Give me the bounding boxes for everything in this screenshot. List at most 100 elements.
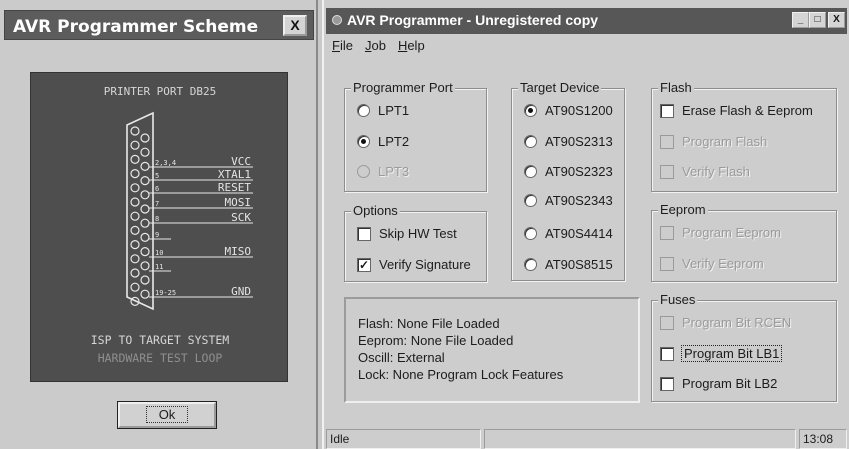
pin-signal-name: RESET xyxy=(218,181,251,194)
radio-lpt3[interactable]: LPT3 xyxy=(357,164,409,179)
radio-at90s1200-indicator[interactable] xyxy=(524,104,537,117)
radio-at90s4414[interactable]: AT90S4414 xyxy=(524,226,613,241)
program-bit-rcen-label: Program Bit RCEN xyxy=(682,315,792,330)
pin-number: 19-25 xyxy=(155,289,176,297)
radio-at90s8515-indicator[interactable] xyxy=(524,258,537,271)
menu-help[interactable]: Help xyxy=(398,38,425,56)
radio-at90s1200[interactable]: AT90S1200 xyxy=(524,103,613,118)
program-eeprom-box[interactable] xyxy=(660,225,674,240)
verify-eeprom-checkbox[interactable]: Verify Eeprom xyxy=(660,256,764,271)
pin-number: 6 xyxy=(155,185,159,193)
connector-pin xyxy=(140,218,150,228)
radio-at90s2343-label: AT90S2343 xyxy=(545,193,613,208)
erase-flash-box[interactable] xyxy=(660,103,674,118)
radio-lpt3-indicator[interactable] xyxy=(357,165,370,178)
verify-signature-label: Verify Signature xyxy=(379,257,471,272)
scheme-diagram: PRINTER PORT DB25 2,3,4 VCC 5 XTAL1 6 RESET 7 M… xyxy=(30,72,288,382)
radio-at90s4414-indicator[interactable] xyxy=(524,227,537,240)
program-bit-lb1-box[interactable] xyxy=(660,346,674,361)
program-bit-lb1-checkbox[interactable]: Program Bit LB1 xyxy=(660,345,783,362)
connector-pin xyxy=(130,240,140,250)
verify-flash-box[interactable] xyxy=(660,164,674,179)
verify-eeprom-box[interactable] xyxy=(660,256,674,271)
program-bit-lb2-checkbox[interactable]: Program Bit LB2 xyxy=(660,376,777,391)
radio-at90s2323-indicator[interactable] xyxy=(524,165,537,178)
info-flash: Flash: None File Loaded xyxy=(358,316,500,331)
radio-lpt1-label: LPT1 xyxy=(378,103,410,118)
program-flash-label: Program Flash xyxy=(682,134,768,149)
connector-pin xyxy=(140,147,150,157)
fuses-group: Fuses Program Bit RCEN Program Bit LB1 P… xyxy=(651,292,837,402)
programmer-titlebar[interactable]: AVR Programmer - Unregistered copy _ □ X xyxy=(326,8,847,34)
connector-pin xyxy=(140,275,150,285)
menu-file[interactable]: File xyxy=(332,38,353,56)
pin-number: 8 xyxy=(155,215,159,223)
skip-hw-test-checkbox[interactable]: Skip HW Test xyxy=(357,226,457,241)
hw-test-label: HARDWARE TEST LOOP xyxy=(98,351,223,365)
radio-lpt2-indicator[interactable] xyxy=(357,135,370,148)
close-button[interactable]: X xyxy=(828,12,845,28)
program-flash-checkbox[interactable]: Program Flash xyxy=(660,134,767,149)
programmer-window: AVR Programmer - Unregistered copy _ □ X… xyxy=(322,0,849,449)
scheme-close-button[interactable]: X xyxy=(283,15,307,36)
radio-at90s8515-label: AT90S8515 xyxy=(545,257,613,272)
verify-signature-box[interactable]: ✓ xyxy=(357,257,371,272)
connector-pin xyxy=(140,204,150,214)
program-bit-rcen-box[interactable] xyxy=(660,315,674,330)
flash-group: Flash Erase Flash & Eeprom Program Flash… xyxy=(651,80,837,192)
status-bar: Idle 13:08 xyxy=(324,427,849,449)
erase-flash-checkbox[interactable]: Erase Flash & Eeprom xyxy=(660,103,813,118)
pin-number: 2,3,4 xyxy=(155,159,176,167)
scheme-window: AVR Programmer Scheme X PRINTER PORT DB2… xyxy=(0,0,318,449)
radio-at90s2323[interactable]: AT90S2323 xyxy=(524,164,613,179)
pin-number: 7 xyxy=(155,200,159,208)
programmer-title: AVR Programmer - Unregistered copy xyxy=(347,12,599,28)
connector-pin xyxy=(130,268,140,278)
pin-signal-name: GND xyxy=(231,285,251,298)
pin-signal-name: MISO xyxy=(225,245,252,258)
radio-lpt2[interactable]: LPT2 xyxy=(357,134,409,149)
status-clock: 13:08 xyxy=(799,429,847,449)
connector-pin xyxy=(130,197,140,207)
connector-pin xyxy=(140,133,150,143)
flash-label: Flash xyxy=(658,80,694,95)
program-bit-rcen-checkbox[interactable]: Program Bit RCEN xyxy=(660,315,791,330)
connector-pin xyxy=(140,161,150,172)
connector-pin xyxy=(130,183,140,193)
info-oscill: Oscill: External xyxy=(358,350,445,365)
connector-pins xyxy=(130,126,150,306)
minimize-button[interactable]: _ xyxy=(792,12,809,28)
connector-pin xyxy=(140,232,150,242)
radio-at90s2343[interactable]: AT90S2343 xyxy=(524,193,613,208)
eeprom-group: Eeprom Program Eeprom Verify Eeprom xyxy=(651,202,837,282)
verify-flash-label: Verify Flash xyxy=(682,164,750,179)
options-label: Options xyxy=(351,203,400,218)
program-flash-box[interactable] xyxy=(660,134,674,149)
menu-job[interactable]: Job xyxy=(365,38,386,56)
status-panel-empty xyxy=(484,429,796,449)
radio-lpt3-label: LPT3 xyxy=(378,164,410,179)
radio-at90s2313[interactable]: AT90S2313 xyxy=(524,134,613,149)
maximize-button[interactable]: □ xyxy=(809,12,826,28)
verify-flash-checkbox[interactable]: Verify Flash xyxy=(660,164,750,179)
connector-pin xyxy=(130,282,140,292)
pin-signal-name: MOSI xyxy=(225,196,252,209)
program-bit-lb2-box[interactable] xyxy=(660,376,674,391)
connector-pin xyxy=(140,190,150,200)
verify-signature-checkbox[interactable]: ✓ Verify Signature xyxy=(357,257,471,272)
scheme-titlebar[interactable]: AVR Programmer Scheme X xyxy=(4,10,314,40)
port-label: PRINTER PORT DB25 xyxy=(104,85,217,98)
db25-connector-diagram: PRINTER PORT DB25 2,3,4 VCC 5 XTAL1 6 RESET 7 M… xyxy=(91,85,253,365)
skip-hw-test-box[interactable] xyxy=(357,226,371,241)
radio-at90s8515[interactable]: AT90S8515 xyxy=(524,257,613,272)
radio-at90s2313-indicator[interactable] xyxy=(524,135,537,148)
radio-at90s2343-indicator[interactable] xyxy=(524,194,537,207)
radio-lpt1-indicator[interactable] xyxy=(357,104,370,117)
radio-lpt1[interactable]: LPT1 xyxy=(357,103,409,118)
file-info-panel: Flash: None File Loaded Eeprom: None Fil… xyxy=(344,297,640,403)
eeprom-label: Eeprom xyxy=(658,202,708,217)
programmer-port-label: Programmer Port xyxy=(351,80,455,95)
connector-pin xyxy=(130,168,140,179)
ok-button[interactable]: Ok xyxy=(117,401,217,429)
program-eeprom-checkbox[interactable]: Program Eeprom xyxy=(660,225,781,240)
